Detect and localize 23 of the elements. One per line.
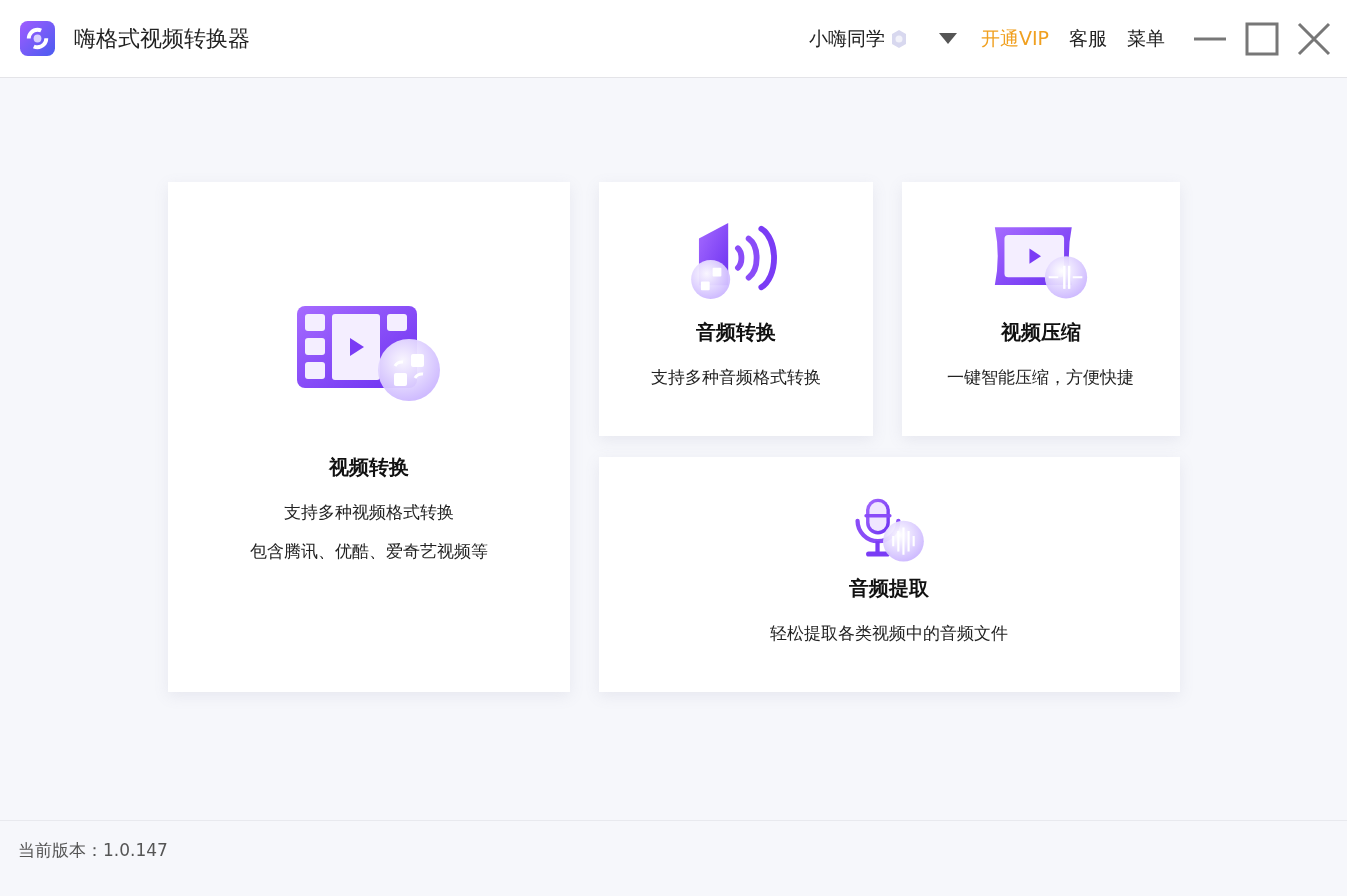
film-convert-icon [294,303,443,404]
card-title: 音频转换 [695,319,776,346]
card-description: 支持多种视频格式转换 [283,500,454,524]
card-title: 音频提取 [849,574,929,602]
app-title: 嗨格式视频转换器 [74,24,250,53]
version-text: 当前版本：1.0.147 [18,840,168,860]
feature-card[interactable]: 音频转换 支持多种音频格式转换 [598,182,873,436]
card-title: 视频压缩 [1000,319,1081,346]
feature-card[interactable]: 视频压缩 一键智能压缩，方便快捷 [901,182,1180,436]
dropdown-caret-icon[interactable] [938,32,957,45]
card-title: 视频转换 [328,453,409,481]
card-description: 支持多种音频格式转换 [650,366,821,389]
user-name[interactable]: 小嗨同学 [808,25,885,52]
maximize-icon[interactable] [1245,21,1279,56]
card-description: 包含腾讯、优酷、爱奇艺视频等 [249,539,488,563]
app-logo-icon [20,21,55,56]
support-link[interactable]: 客服 [1069,25,1107,52]
feature-card[interactable]: 视频转换 支持多种视频格式转换 包含腾讯、优酷、爱奇艺视频等 [167,182,570,692]
card-description: 轻松提取各类视频中的音频文件 [770,621,1008,645]
menu-link[interactable]: 菜单 [1127,25,1165,52]
card-description: 一键智能压缩，方便快捷 [947,366,1134,389]
close-icon[interactable] [1297,21,1331,56]
feature-card[interactable]: 音频提取 轻松提取各类视频中的音频文件 [598,457,1180,692]
